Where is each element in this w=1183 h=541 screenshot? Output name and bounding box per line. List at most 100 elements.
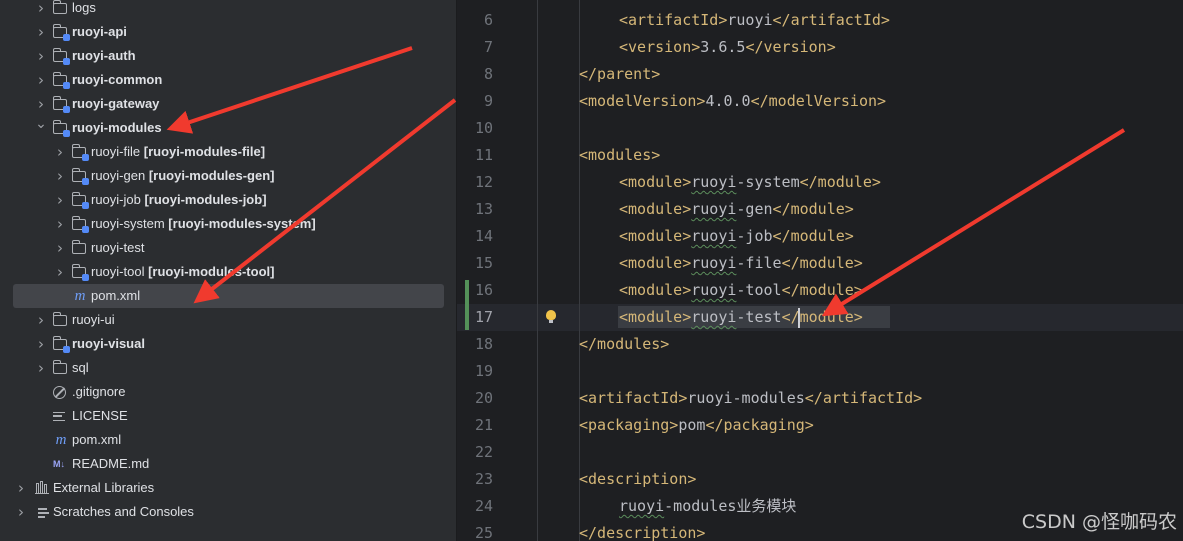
- tree-item[interactable]: m pom.xml: [13, 284, 444, 308]
- tree-item[interactable]: › ruoyi-gen [ruoyi-modules-gen]: [0, 164, 456, 188]
- tree-item[interactable]: › ruoyi-auth: [0, 44, 456, 68]
- chevron-right-icon[interactable]: ›: [33, 336, 49, 352]
- line-number: 25: [474, 524, 493, 541]
- xml-text: ruoyi: [691, 254, 737, 272]
- tree-item[interactable]: › sql: [0, 356, 456, 380]
- module-folder-icon: [71, 144, 89, 161]
- tree-item[interactable]: › ruoyi-system [ruoyi-modules-system]: [0, 212, 456, 236]
- module-folder-icon: [52, 96, 70, 113]
- line-number: 23: [474, 470, 493, 488]
- xml-tag: <module>: [619, 308, 692, 326]
- module-folder-icon: [52, 336, 70, 353]
- tree-item-label: README.md: [72, 456, 150, 471]
- xml-tag: <artifactId>: [619, 11, 728, 29]
- chevron-down-icon[interactable]: ⌄: [33, 116, 49, 132]
- chevron-right-icon[interactable]: ›: [52, 192, 68, 208]
- chevron-right-icon[interactable]: ›: [33, 312, 49, 328]
- chevron-right-icon[interactable]: ›: [33, 72, 49, 88]
- code-line[interactable]: <module>ruoyi-gen</module>: [619, 196, 854, 223]
- code-line[interactable]: <module>ruoyi-test</module>: [619, 304, 863, 331]
- code-line[interactable]: <module>ruoyi-file</module>: [619, 250, 863, 277]
- xml-text: ruoyi-modules: [687, 389, 805, 407]
- line-number: 6: [483, 11, 493, 29]
- code-line[interactable]: <module>ruoyi-system</module>: [619, 169, 881, 196]
- tree-item-label: ruoyi-common: [72, 72, 163, 87]
- line-number: 17: [474, 308, 493, 326]
- indent-guide: [537, 0, 538, 541]
- tree-item[interactable]: › ruoyi-api: [0, 20, 456, 44]
- chevron-right-icon[interactable]: ›: [13, 504, 29, 520]
- gitignore-icon: [53, 386, 66, 399]
- xml-text: ruoyi: [691, 227, 737, 245]
- line-number: 21: [474, 416, 493, 434]
- tree-item[interactable]: › ruoyi-common: [0, 68, 456, 92]
- chevron-right-icon[interactable]: ›: [13, 480, 29, 496]
- line-number: 14: [474, 227, 493, 245]
- tree-item[interactable]: m pom.xml: [0, 428, 456, 452]
- chevron-right-icon[interactable]: ›: [52, 264, 68, 280]
- tree-item[interactable]: M↓ README.md: [0, 452, 456, 476]
- xml-tag: </module>: [781, 254, 863, 272]
- tree-item[interactable]: .gitignore: [0, 380, 456, 404]
- tree-item-label: ruoyi-api: [72, 24, 127, 39]
- code-line[interactable]: <module>ruoyi-tool</module>: [619, 277, 863, 304]
- chevron-right-icon[interactable]: ›: [52, 240, 68, 256]
- tree-item[interactable]: › Scratches and Consoles: [0, 500, 456, 524]
- chevron-right-icon[interactable]: ›: [33, 96, 49, 112]
- code-line[interactable]: </description>: [579, 520, 705, 541]
- tree-item-label: External Libraries: [53, 480, 155, 495]
- maven-icon: m: [55, 432, 67, 448]
- tree-item[interactable]: › logs: [0, 0, 456, 20]
- chevron-right-icon[interactable]: ›: [52, 216, 68, 232]
- xml-text: -job: [736, 227, 773, 245]
- intention-bulb-icon[interactable]: [546, 310, 556, 323]
- xml-tag: </packaging>: [705, 416, 814, 434]
- tree-item[interactable]: › ruoyi-file [ruoyi-modules-file]: [0, 140, 456, 164]
- tree-item[interactable]: › ruoyi-gateway: [0, 92, 456, 116]
- tree-item[interactable]: › ruoyi-job [ruoyi-modules-job]: [0, 188, 456, 212]
- tree-item-label: pom.xml: [91, 288, 141, 303]
- tree-item-label: ruoyi-tool [ruoyi-modules-tool]: [91, 264, 275, 279]
- tree-item[interactable]: › ruoyi-visual: [0, 332, 456, 356]
- chevron-right-icon[interactable]: ›: [33, 0, 49, 16]
- chevron-right-icon[interactable]: ›: [33, 360, 49, 376]
- code-line[interactable]: <modelVersion>4.0.0</modelVersion>: [579, 88, 886, 115]
- code-line[interactable]: ruoyi-modules业务模块: [619, 493, 796, 520]
- chevron-right-icon[interactable]: ›: [33, 24, 49, 40]
- module-name-suffix: [ruoyi-modules-tool]: [144, 264, 275, 279]
- tree-item[interactable]: › External Libraries: [0, 476, 456, 500]
- watermark: CSDN @怪咖码农: [1021, 511, 1177, 533]
- code-line[interactable]: </modules>: [579, 331, 669, 358]
- module-folder-icon: [71, 264, 89, 281]
- xml-text: 3.6.5: [700, 38, 746, 56]
- xml-tag: </artifactId>: [772, 11, 890, 29]
- tree-item[interactable]: LICENSE: [0, 404, 456, 428]
- code-editor[interactable]: 6 <artifactId>ruoyi</artifactId> 7 <version…: [457, 0, 1183, 541]
- chevron-right-icon[interactable]: ›: [52, 168, 68, 184]
- chevron-right-icon[interactable]: ›: [52, 144, 68, 160]
- code-line[interactable]: <version>3.6.5</version>: [619, 34, 836, 61]
- module-folder-icon: [52, 120, 70, 137]
- tree-item[interactable]: ⌄ ruoyi-modules: [0, 116, 456, 140]
- code-line[interactable]: </parent>: [579, 61, 660, 88]
- code-line[interactable]: <artifactId>ruoyi</artifactId>: [619, 7, 890, 34]
- tree-item[interactable]: › ruoyi-ui: [0, 308, 456, 332]
- chevron-right-icon[interactable]: ›: [33, 48, 49, 64]
- line-number: 10: [474, 119, 493, 137]
- line-number: 20: [474, 389, 493, 407]
- tree-item-label: .gitignore: [72, 384, 126, 399]
- xml-text: ruoyi: [691, 281, 737, 299]
- text-caret: [798, 308, 800, 328]
- code-line[interactable]: <module>ruoyi-job</module>: [619, 223, 854, 250]
- xml-tag: <description>: [579, 470, 697, 488]
- code-line[interactable]: <artifactId>ruoyi-modules</artifactId>: [579, 385, 922, 412]
- xml-text: ruoyi: [727, 11, 773, 29]
- xml-text: -test: [736, 308, 782, 326]
- code-line[interactable]: <modules>: [579, 142, 660, 169]
- tree-item[interactable]: › ruoyi-test: [0, 236, 456, 260]
- project-tree-panel: › logs › ruoyi-api › ruoyi-auth › ruoyi-common ›…: [0, 0, 456, 541]
- code-line[interactable]: <description>: [579, 466, 696, 493]
- tree-item[interactable]: › ruoyi-tool [ruoyi-modules-tool]: [0, 260, 456, 284]
- line-number: 16: [474, 281, 493, 299]
- code-line[interactable]: <packaging>pom</packaging>: [579, 412, 814, 439]
